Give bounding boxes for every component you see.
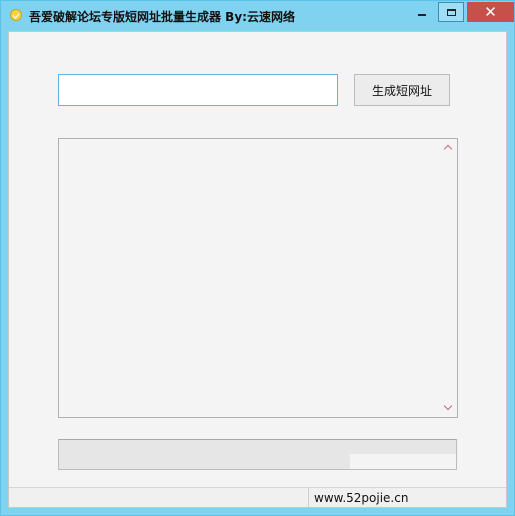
chevron-up-icon <box>443 144 453 154</box>
chevron-down-icon <box>443 401 453 411</box>
progress-overlay <box>350 454 456 469</box>
scroll-down-button[interactable] <box>443 401 453 413</box>
output-textarea[interactable] <box>58 138 458 418</box>
url-input[interactable] <box>58 74 338 106</box>
app-icon <box>10 9 22 21</box>
progress-bar <box>58 439 457 470</box>
status-bar: www.52pojie.cn <box>9 487 506 507</box>
close-button[interactable]: ✕ <box>467 2 514 22</box>
maximize-icon <box>446 8 456 16</box>
window-title: 吾爱破解论坛专版短网址批量生成器 By:云速网络 <box>29 10 295 24</box>
scroll-up-button[interactable] <box>443 143 453 154</box>
title-bar[interactable]: 吾爱破解论坛专版短网址批量生成器 By:云速网络 ✕ <box>1 1 514 31</box>
generate-short-url-button[interactable]: 生成短网址 <box>354 74 450 106</box>
app-window: 吾爱破解论坛专版短网址批量生成器 By:云速网络 ✕ 生成短网址 www.52p… <box>0 0 515 516</box>
status-site-url: www.52pojie.cn <box>314 491 409 505</box>
close-icon: ✕ <box>484 3 497 21</box>
minimize-button[interactable] <box>409 2 435 22</box>
status-separator <box>308 488 309 507</box>
maximize-button[interactable] <box>438 2 464 22</box>
client-area: 生成短网址 www.52pojie.cn <box>8 31 507 508</box>
minimize-icon <box>418 14 426 16</box>
